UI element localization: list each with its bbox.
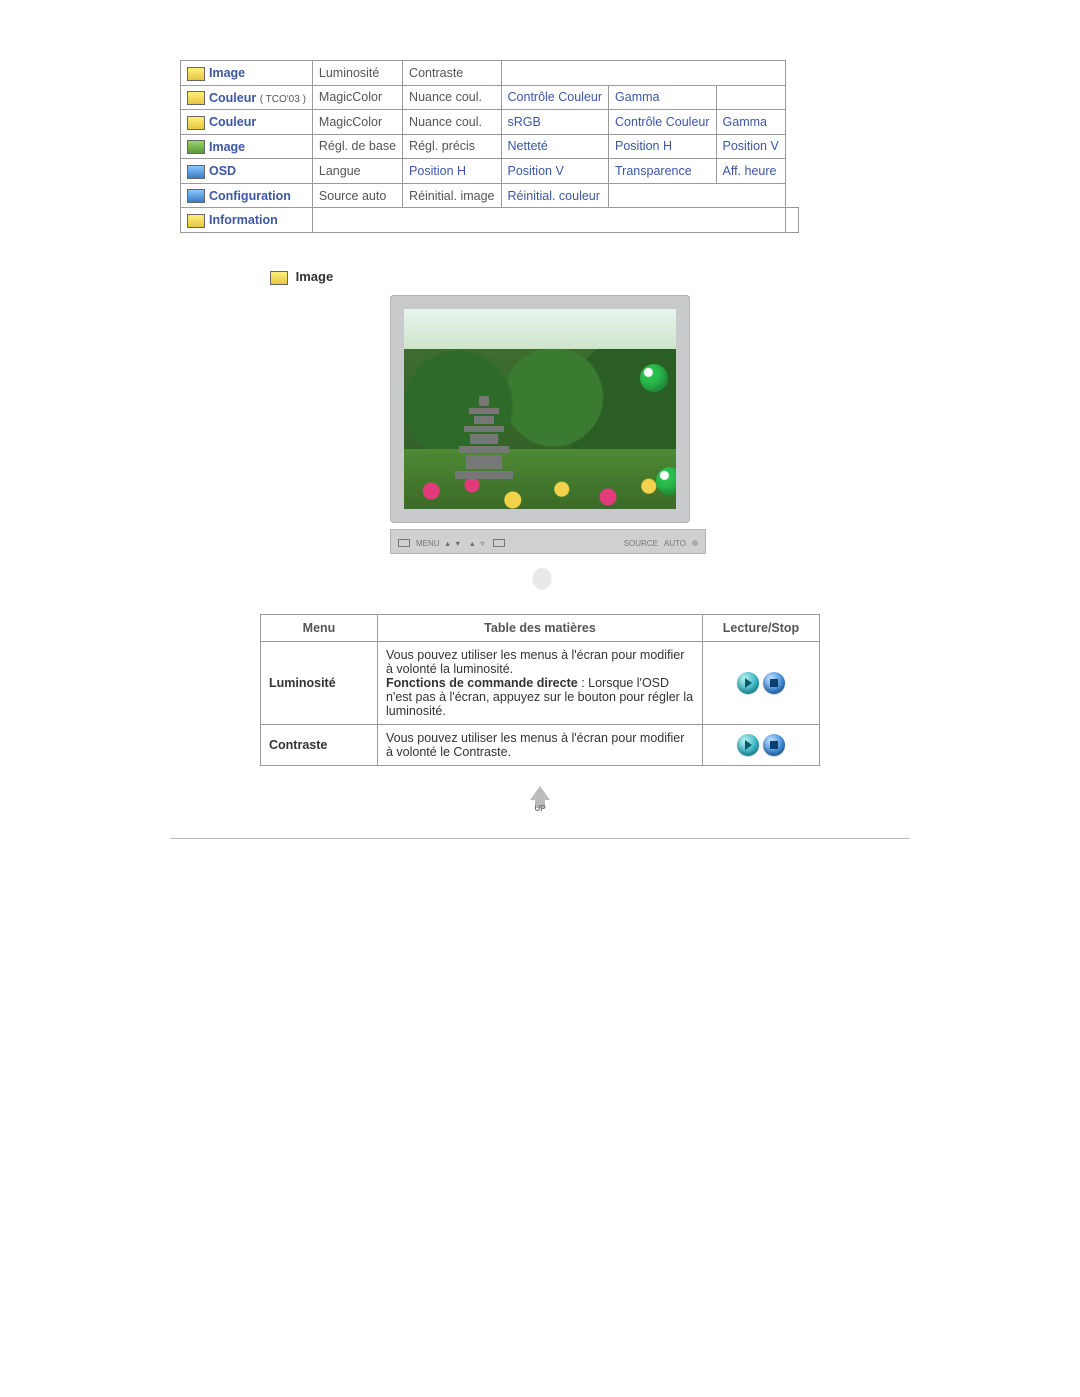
menu-option-cell[interactable]: Régl. précis <box>403 134 501 159</box>
hand-cursor-icon <box>520 560 560 594</box>
menu-row-label-cell[interactable]: Couleur <box>181 110 313 135</box>
desc-row: ContrasteVous pouvez utiliser les menus … <box>261 724 820 765</box>
menu-option-cell[interactable]: sRGB <box>501 110 609 135</box>
desc-row: LuminositéVous pouvez utiliser les menus… <box>261 641 820 724</box>
menu-row: OSD LanguePosition HPosition VTransparenc… <box>181 159 799 184</box>
desc-name-cell: Contraste <box>261 724 378 765</box>
menu-option-cell[interactable]: Langue <box>312 159 402 184</box>
description-table: Menu Table des matières Lecture/Stop Lum… <box>260 614 820 766</box>
source-button-label: SOURCE <box>624 539 658 548</box>
menu-row-icon <box>187 67 205 81</box>
menu-row-label: Image <box>209 140 245 154</box>
menu-option-cell[interactable]: Position V <box>501 159 609 184</box>
menu-option-cell[interactable]: Aff. heure <box>716 159 785 184</box>
menu-option-cell[interactable]: Gamma <box>716 110 785 135</box>
menu-option-cell[interactable]: MagicColor <box>312 110 402 135</box>
menu-option-cell[interactable]: Régl. de base <box>312 134 402 159</box>
menu-row-label-cell[interactable]: Couleur ( TCO'03 ) <box>181 85 313 110</box>
desc-name-cell: Luminosité <box>261 641 378 724</box>
menu-option-cell[interactable]: Source auto <box>312 183 402 208</box>
menu-row-label-cell[interactable]: Configuration <box>181 183 313 208</box>
stop-button[interactable] <box>763 734 785 756</box>
menu-row-icon <box>187 91 205 105</box>
play-button[interactable] <box>737 672 759 694</box>
adjust-buttons-icon: ▴ ▾ ▴ ▿ <box>446 539 487 548</box>
menu-button-icon <box>398 539 410 547</box>
osd-menu-table: Image LuminositéContraste Couleur ( TCO'03… <box>180 60 799 233</box>
col-contents: Table des matières <box>378 614 703 641</box>
menu-row-label-cell[interactable]: Information <box>181 208 313 233</box>
menu-row-label: Information <box>209 213 278 227</box>
menu-row: Configuration Source autoRéinitial. image… <box>181 183 799 208</box>
play-stop-cell <box>703 641 820 724</box>
menu-empty-cell <box>785 208 798 233</box>
menu-option-cell[interactable]: Réinitial. couleur <box>501 183 609 208</box>
menu-row-label: OSD <box>209 164 236 178</box>
menu-row-icon <box>187 116 205 130</box>
menu-option-cell[interactable]: Gamma <box>609 85 717 110</box>
menu-row-label-cell[interactable]: OSD <box>181 159 313 184</box>
menu-row-icon <box>187 140 205 154</box>
power-led-icon <box>692 540 698 546</box>
menu-empty-cell <box>312 208 785 233</box>
menu-row: Image LuminositéContraste <box>181 61 799 86</box>
menu-row-icon <box>187 189 205 203</box>
menu-option-cell[interactable]: Contrôle Couleur <box>501 85 609 110</box>
menu-option-cell[interactable]: Contrôle Couleur <box>609 110 717 135</box>
menu-row: Couleur ( TCO'03 )MagicColorNuance coul.… <box>181 85 799 110</box>
menu-button-label: MENU <box>416 539 440 548</box>
section-divider <box>170 838 910 839</box>
menu-row-label: Couleur <box>209 115 256 129</box>
menu-option-cell[interactable]: Position H <box>609 134 717 159</box>
menu-option-cell[interactable]: Position V <box>716 134 785 159</box>
menu-option-cell[interactable]: Position H <box>403 159 501 184</box>
menu-option-cell[interactable]: Luminosité <box>312 61 402 86</box>
menu-option-cell[interactable]: Nuance coul. <box>403 85 501 110</box>
menu-row: ImageRégl. de baseRégl. précisNettetéPos… <box>181 134 799 159</box>
menu-option-cell[interactable]: Transparence <box>609 159 717 184</box>
back-to-top-button[interactable]: UP <box>525 786 555 812</box>
monitor-illustration: MENU ▴ ▾ ▴ ▿ SOURCE AUTO <box>170 295 910 594</box>
play-stop-cell <box>703 724 820 765</box>
menu-option-cell[interactable]: Netteté <box>501 134 609 159</box>
menu-row: Information <box>181 208 799 233</box>
menu-row: Couleur MagicColorNuance coul.sRGBContrôl… <box>181 110 799 135</box>
desc-text-cell: Vous pouvez utiliser les menus à l'écran… <box>378 641 703 724</box>
menu-empty-cell <box>501 61 785 86</box>
col-menu: Menu <box>261 614 378 641</box>
menu-option-cell[interactable]: Contraste <box>403 61 501 86</box>
col-playback: Lecture/Stop <box>703 614 820 641</box>
menu-option-cell[interactable]: MagicColor <box>312 85 402 110</box>
menu-row-icon <box>187 165 205 179</box>
enter-button-icon <box>493 539 505 547</box>
menu-row-label: Couleur <box>209 91 256 105</box>
back-to-top-label: UP <box>525 804 555 813</box>
menu-row-icon <box>187 214 205 228</box>
menu-empty-cell <box>716 85 785 110</box>
desc-text-cell: Vous pouvez utiliser les menus à l'écran… <box>378 724 703 765</box>
play-button[interactable] <box>737 734 759 756</box>
menu-row-label-cell[interactable]: Image <box>181 134 313 159</box>
monitor-button-bar: MENU ▴ ▾ ▴ ▿ SOURCE AUTO <box>390 529 706 554</box>
section-heading-text: Image <box>296 269 334 284</box>
menu-row-label: Image <box>209 66 245 80</box>
menu-row-label: Configuration <box>209 189 291 203</box>
image-section-icon <box>270 271 288 285</box>
menu-option-cell[interactable]: Nuance coul. <box>403 110 501 135</box>
menu-row-sublabel: ( TCO'03 ) <box>256 91 306 105</box>
section-heading-image: Image <box>270 269 910 285</box>
menu-option-cell[interactable]: Réinitial. image <box>403 183 501 208</box>
monitor-screen <box>404 309 676 509</box>
stop-button[interactable] <box>763 672 785 694</box>
auto-button-label: AUTO <box>664 539 686 548</box>
menu-empty-cell <box>609 183 786 208</box>
menu-row-label-cell[interactable]: Image <box>181 61 313 86</box>
